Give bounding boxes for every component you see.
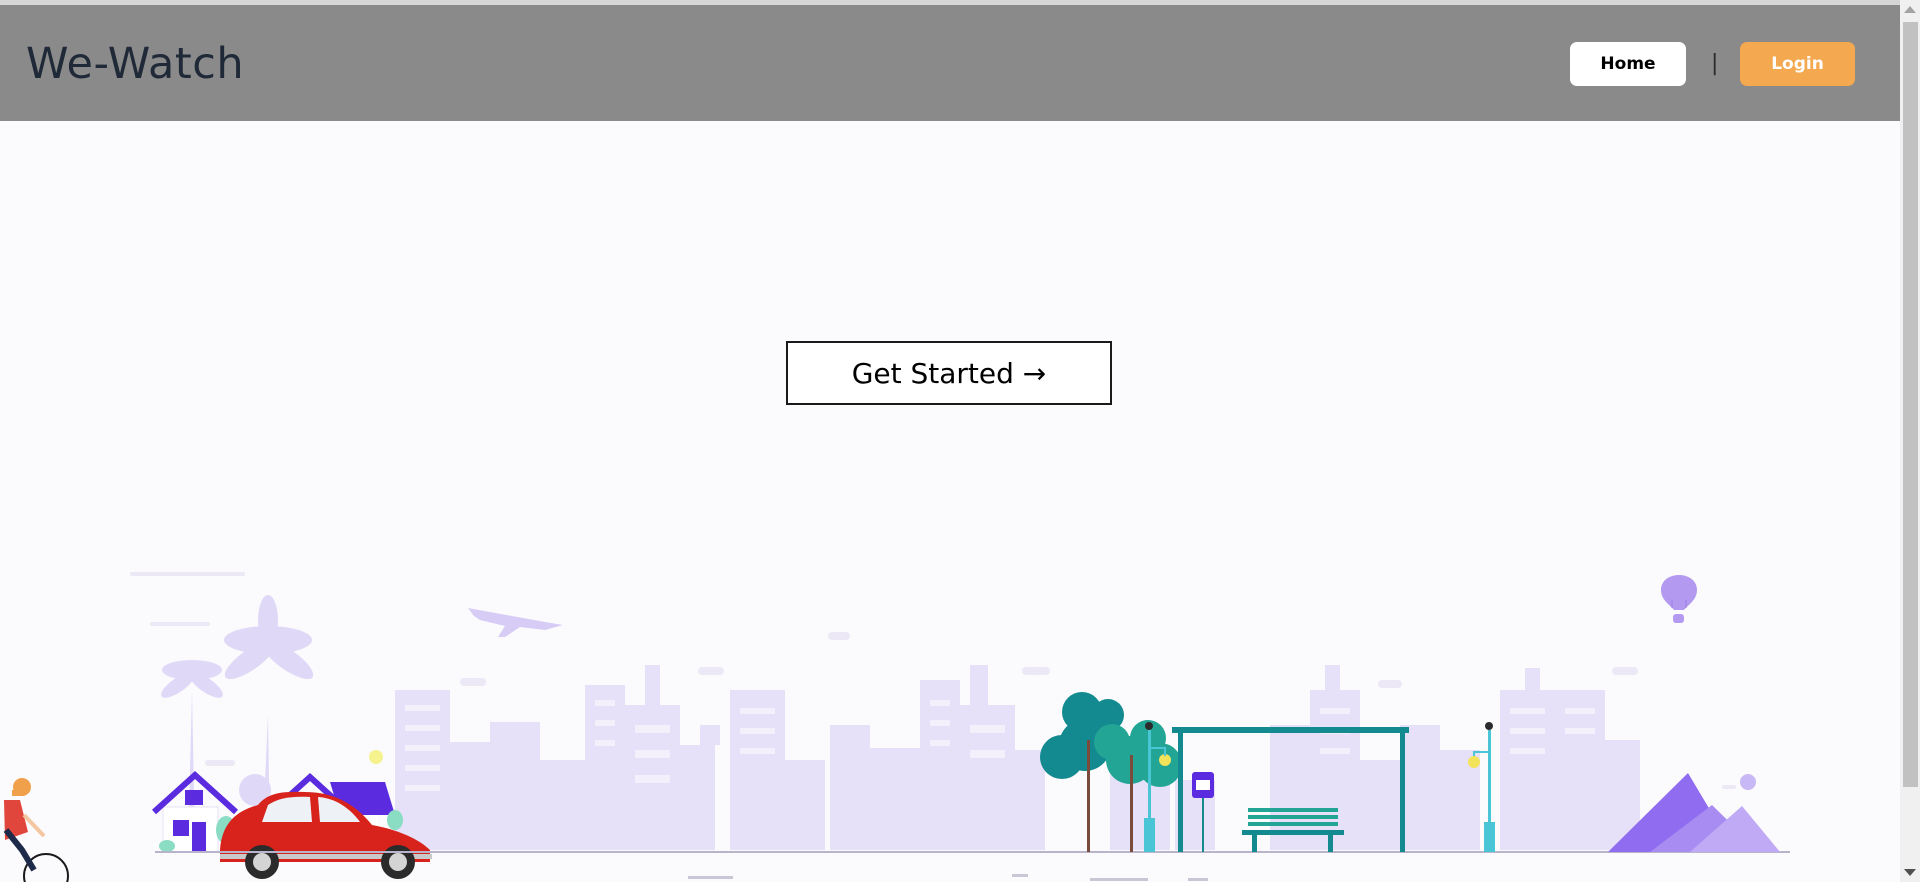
- get-started-button[interactable]: Get Started →: [786, 341, 1112, 405]
- top-navbar: We-Watch Home | Login: [0, 5, 1900, 121]
- airplane-icon: [468, 608, 563, 637]
- scroll-up-arrow-icon[interactable]: [1904, 6, 1916, 13]
- nav-separator: |: [1711, 51, 1719, 76]
- home-button[interactable]: Home: [1570, 42, 1686, 86]
- background-buildings: [395, 665, 1640, 850]
- cyclist-icon: [3, 778, 69, 882]
- login-button[interactable]: Login: [1740, 42, 1855, 86]
- city-skyline-illustration: [3, 572, 1790, 882]
- landing-page: We-Watch Home | Login Get Started →: [0, 0, 1920, 882]
- hot-air-balloon-icon: [1661, 575, 1697, 623]
- scroll-down-arrow-icon[interactable]: [1904, 869, 1916, 876]
- brand-title: We-Watch: [26, 39, 245, 89]
- scrollbar-thumb[interactable]: [1903, 22, 1918, 787]
